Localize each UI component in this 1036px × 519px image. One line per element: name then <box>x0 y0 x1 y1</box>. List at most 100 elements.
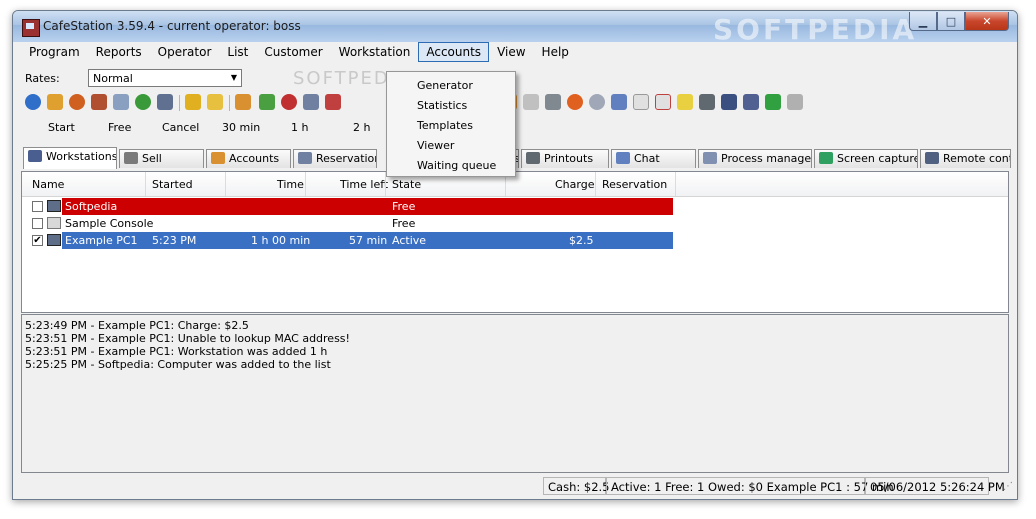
computer-icon[interactable] <box>721 94 737 110</box>
go-icon[interactable] <box>765 94 781 110</box>
minimize-icon: ▁ <box>918 14 928 28</box>
unlock-icon[interactable] <box>207 94 223 110</box>
cart-icon[interactable] <box>545 94 561 110</box>
table-row[interactable]: ✔ Example PC1 5:23 PM 1 h 00 min 57 min … <box>22 232 1008 249</box>
cart-icon <box>124 152 138 164</box>
clock-icon[interactable] <box>69 94 85 110</box>
tab-reservation[interactable]: Reservation <box>293 149 377 168</box>
menu-accounts[interactable]: Accounts <box>418 42 490 62</box>
row-checkbox[interactable]: ✔ <box>32 235 43 246</box>
tools-icon[interactable] <box>91 94 107 110</box>
close-button[interactable]: ✕ <box>965 12 1009 31</box>
col-time-left[interactable]: Time left <box>340 178 388 191</box>
row-checkbox[interactable] <box>32 201 43 212</box>
menu-reports[interactable]: Reports <box>88 42 150 62</box>
tab-sell-label: Sell <box>142 152 162 165</box>
forward-icon[interactable] <box>787 94 803 110</box>
menu-item-generator[interactable]: Generator <box>417 79 473 92</box>
title-bar[interactable]: CafeStation 3.59.4 - current operator: b… <box>13 11 1017 46</box>
refresh-icon[interactable] <box>523 94 539 110</box>
tab-chat[interactable]: Chat <box>611 149 696 168</box>
tab-remote-control[interactable]: Remote control <box>920 149 1011 168</box>
log-line: 5:25:25 PM - Softpedia: Computer was add… <box>25 358 331 371</box>
screen-capture-icon <box>819 152 833 164</box>
tab-process-manager[interactable]: Process manager <box>698 149 812 168</box>
printer-icon[interactable] <box>699 94 715 110</box>
chat-icon <box>616 152 630 164</box>
user-icon[interactable] <box>235 94 251 110</box>
computers-icon[interactable] <box>743 94 759 110</box>
col-state[interactable]: State <box>392 178 421 191</box>
table-row[interactable]: Sample Console Free <box>22 215 1008 232</box>
quick-free-button[interactable]: Free <box>108 121 131 134</box>
menu-item-templates[interactable]: Templates <box>417 119 473 132</box>
menu-item-statistics[interactable]: Statistics <box>417 99 467 112</box>
console-icon <box>47 217 61 229</box>
check-icon[interactable] <box>135 94 151 110</box>
wrench-icon[interactable] <box>113 94 129 110</box>
edit-icon[interactable] <box>677 94 693 110</box>
col-reservation[interactable]: Reservation <box>602 178 667 191</box>
computer-icon <box>47 200 61 212</box>
window-close-icon[interactable] <box>655 94 671 110</box>
accounts-dropdown-menu: Generator Statistics Templates Viewer Wa… <box>386 71 516 177</box>
tab-workstations[interactable]: Workstations <box>23 147 117 169</box>
row-checkbox[interactable] <box>32 218 43 229</box>
resize-grip-icon[interactable]: ⋰ <box>1003 481 1013 492</box>
tab-printouts[interactable]: Printouts <box>521 149 609 168</box>
col-time[interactable]: Time <box>277 178 304 191</box>
minimize-button[interactable]: ▁ <box>909 12 937 31</box>
rates-select[interactable]: Normal ▼ <box>88 69 242 87</box>
col-charge[interactable]: Charge <box>555 178 594 191</box>
pie-chart-icon[interactable] <box>281 94 297 110</box>
row-highlight <box>62 198 673 215</box>
menu-program[interactable]: Program <box>21 42 88 62</box>
tab-printouts-label: Printouts <box>544 152 594 165</box>
quick-start-button[interactable]: Start <box>48 121 75 134</box>
quick-2h-button[interactable]: 2 h <box>353 121 370 134</box>
close-icon: ✕ <box>982 14 992 28</box>
log-line: 5:23:51 PM - Example PC1: Unable to look… <box>25 332 350 345</box>
status-summary: Active: 1 Free: 1 Owed: $0 Example PC1 :… <box>606 477 894 495</box>
menu-list[interactable]: List <box>219 42 256 62</box>
network-icon[interactable] <box>611 94 627 110</box>
menu-view[interactable]: View <box>489 42 533 62</box>
sell-icon[interactable] <box>325 94 341 110</box>
col-started[interactable]: Started <box>152 178 193 191</box>
window-title: CafeStation 3.59.4 - current operator: b… <box>43 19 301 33</box>
tab-accounts[interactable]: Accounts <box>206 149 291 168</box>
calendar-icon[interactable] <box>303 94 319 110</box>
maximize-icon: □ <box>945 14 957 28</box>
menu-customer[interactable]: Customer <box>256 42 330 62</box>
window-icon[interactable] <box>633 94 649 110</box>
maximize-button[interactable]: □ <box>937 12 965 31</box>
timer-icon[interactable] <box>589 94 605 110</box>
row-state: Free <box>392 200 416 213</box>
col-name[interactable]: Name <box>32 178 64 191</box>
toolbar <box>21 94 1011 114</box>
table-row[interactable]: Softpedia Free <box>22 198 1008 215</box>
alarm-icon[interactable] <box>567 94 583 110</box>
quick-30min-button[interactable]: 30 min <box>222 121 260 134</box>
quick-1h-button[interactable]: 1 h <box>291 121 308 134</box>
app-icon <box>22 19 40 37</box>
monitor-icon[interactable] <box>157 94 173 110</box>
tab-screen-capture[interactable]: Screen capture <box>814 149 918 168</box>
quick-cancel-button[interactable]: Cancel <box>162 121 199 134</box>
menu-item-waiting-queue[interactable]: Waiting queue <box>417 159 496 172</box>
menu-item-viewer[interactable]: Viewer <box>417 139 454 152</box>
menu-help[interactable]: Help <box>534 42 577 62</box>
users-icon[interactable] <box>47 94 63 110</box>
menu-operator[interactable]: Operator <box>150 42 220 62</box>
money-icon[interactable] <box>259 94 275 110</box>
menu-bar: Program Reports Operator List Customer W… <box>13 42 1017 62</box>
printer-icon <box>526 152 540 164</box>
workstation-list: Name Started Time Time left State Charge… <box>21 171 1009 313</box>
tab-sell[interactable]: Sell <box>119 149 204 168</box>
lock-icon[interactable] <box>185 94 201 110</box>
info-icon[interactable] <box>25 94 41 110</box>
event-log[interactable]: 5:23:49 PM - Example PC1: Charge: $2.5 5… <box>21 314 1009 473</box>
tab-remote-control-label: Remote control <box>943 152 1010 165</box>
menu-workstation[interactable]: Workstation <box>331 42 419 62</box>
remote-icon <box>925 152 939 164</box>
